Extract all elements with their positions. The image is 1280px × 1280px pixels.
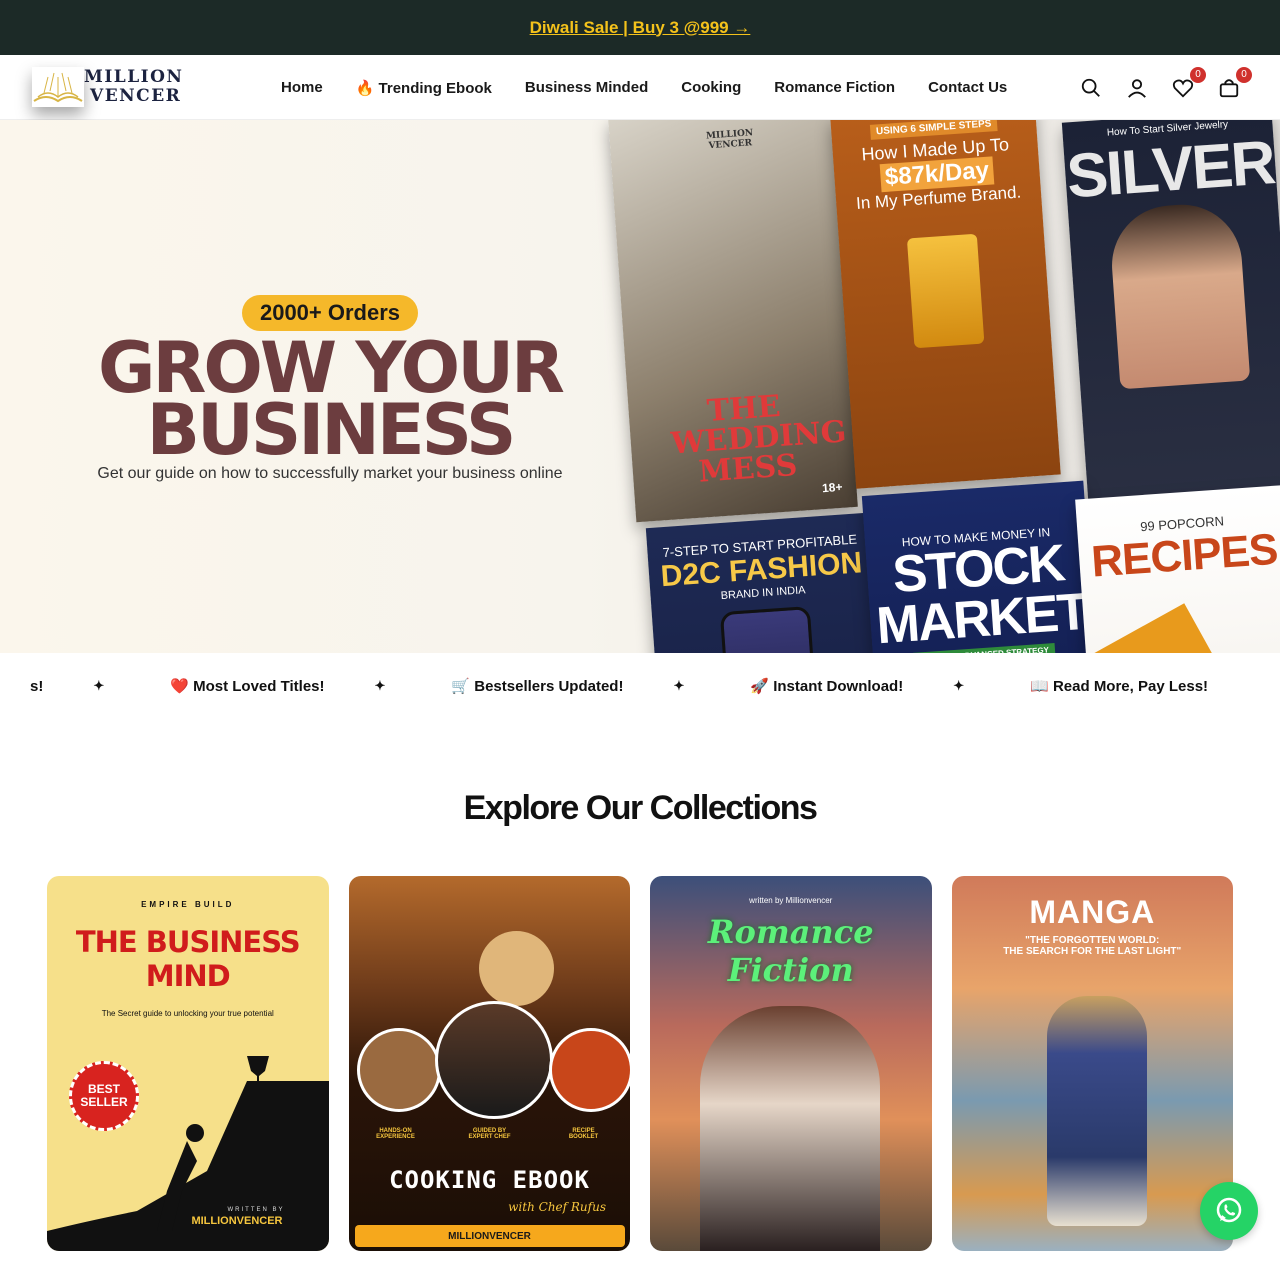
card-subtitle-a: "THE FORGOTTEN WORLD: [1025, 935, 1160, 946]
account-button[interactable] [1126, 77, 1148, 99]
user-icon [1128, 78, 1146, 98]
book-cover-wedding-mess: MILLION VENCER THE WEDDING MESS 18+ [608, 120, 858, 523]
nav-trending-ebook[interactable]: 🔥 Trending Ebook [356, 79, 492, 97]
nav-romance-fiction[interactable]: Romance Fiction [774, 79, 895, 96]
brand-strip: MILLIONVENCER [354, 1225, 625, 1247]
sparkle-icon: ✦ [93, 678, 105, 693]
book-title-b: MARKET [874, 582, 1089, 653]
search-icon [1081, 78, 1100, 97]
book-cover-silver: How To Start Silver Jewelry SILVER [1061, 120, 1280, 507]
ticker-item: 📖 Read More, Pay Less! [1030, 678, 1209, 695]
card-title: COOKING EBOOK [389, 1166, 590, 1194]
popcorn-bucket [1088, 603, 1238, 653]
feature-tags: HANDS-ON EXPERIENCE GUIDED BY EXPERT CHE… [349, 1128, 631, 1140]
cutting-board [478, 931, 554, 1006]
couple-illustration [700, 1006, 880, 1251]
card-subtitle: with Chef Rufus [508, 1200, 606, 1214]
book-brand: MILLION VENCER [705, 128, 754, 152]
book-cover-popcorn-recipes: 99 POPCORN RECIPES [1075, 485, 1280, 653]
ticker-item: s! [30, 677, 44, 695]
hero-banner[interactable]: 2000+ Orders GROW YOUR BUSINESS Get our … [0, 120, 1280, 653]
promo-ticker: s! ✦ ❤️ Most Loved Titles! ✦ 🛒 Bestselle… [0, 653, 1280, 719]
nav-home[interactable]: Home [281, 79, 323, 96]
card-title: MANGA [1029, 894, 1156, 930]
samurai-illustration [1046, 996, 1147, 1226]
headline-line-2: BUSINESS [146, 389, 517, 471]
ticker-item: 🛒 Bestsellers Updated! [451, 678, 624, 695]
sparkle-icon: ✦ [374, 678, 386, 693]
book-title: THE WEDDING MESS [669, 388, 848, 490]
announcement-link[interactable]: Diwali Sale | Buy 3 @999 → [530, 18, 751, 38]
collection-card-manga[interactable]: MANGA "THE FORGOTTEN WORLD: THE SEARCH F… [951, 876, 1233, 1251]
logo-line-2: VENCER [90, 86, 182, 106]
ticker-item: 🚀 Instant Download! [750, 678, 904, 695]
collection-card-business[interactable]: EMPIRE BUILD THE BUSINESS MIND The Secre… [47, 876, 329, 1251]
whatsapp-chat-button[interactable] [1200, 1182, 1258, 1240]
card-author: MILLIONVENCER [191, 1215, 283, 1227]
collections-heading: Explore Our Collections [463, 789, 818, 827]
orders-badge: 2000+ Orders [241, 295, 419, 331]
hero-subline: Get our guide on how to successfully mar… [97, 465, 563, 482]
wishlist-count-badge: 0 [1190, 66, 1206, 83]
collection-card-romance[interactable]: written by Millionvencer Romance Fiction [650, 876, 932, 1251]
book-age-rating: 18+ [821, 479, 843, 496]
nav-contact-us[interactable]: Contact Us [928, 79, 1007, 96]
logo-line-1: MILLION [84, 67, 184, 87]
book-cover-perfume: USING 6 SIMPLE STEPS How I Made Up To $8… [830, 120, 1061, 489]
search-button[interactable] [1080, 77, 1102, 99]
mountain-climber-silhouette [47, 1056, 329, 1251]
sparkle-icon: ✦ [673, 678, 685, 693]
card-kicker: written by Millionvencer [749, 896, 833, 905]
book-title: SILVER [1064, 128, 1277, 212]
whatsapp-icon [1216, 1197, 1242, 1223]
feature-tag: GUIDED BY EXPERT CHEF [468, 1128, 511, 1140]
logo[interactable]: MILLION VENCER [32, 67, 232, 107]
feature-tag: RECIPE BOOKLET [568, 1128, 599, 1140]
card-subtitle-b: THE SEARCH FOR THE LAST LIGHT" [1003, 946, 1182, 957]
collection-card-cooking[interactable]: HANDS-ON EXPERIENCE GUIDED BY EXPERT CHE… [348, 876, 631, 1251]
book-cover-d2c-fashion: 7-STEP TO START PROFITABLE D2C FASHION B… [645, 512, 892, 653]
card-title: THE BUSINESS MIND [75, 925, 301, 993]
card-title-b: Fiction [727, 951, 854, 989]
header-actions: 0 0 [1080, 55, 1252, 120]
collections-grid: EMPIRE BUILD THE BUSINESS MIND The Secre… [0, 876, 1280, 1251]
wishlist-button[interactable]: 0 [1172, 66, 1206, 99]
cart-count-badge: 0 [1236, 66, 1252, 83]
book-cover-stock-market: HOW TO MAKE MONEY IN STOCK MARKET BASIC … [861, 480, 1105, 653]
phone-illustration [719, 606, 821, 653]
perfume-bottle [906, 233, 984, 349]
announcement-bar: Diwali Sale | Buy 3 @999 → [0, 0, 1280, 55]
cart-button[interactable]: 0 [1218, 66, 1252, 99]
dish-circle-right [548, 1028, 630, 1112]
nav-business-minded[interactable]: Business Minded [525, 79, 648, 96]
chef-circle [434, 1001, 553, 1119]
hero-headline: GROW YOUR BUSINESS [80, 333, 580, 471]
ticker-item: ❤️ Most Loved Titles! [170, 678, 325, 695]
nav-cooking[interactable]: Cooking [681, 79, 741, 96]
card-subtitle: The Secret guide to unlocking your true … [101, 1009, 274, 1018]
hero-copy: 2000+ Orders GROW YOUR BUSINESS Get our … [80, 295, 580, 483]
feature-tag: HANDS-ON EXPERIENCE [376, 1128, 415, 1140]
dish-circle-left [356, 1028, 441, 1112]
card-author-label: WRITTEN BY [227, 1207, 285, 1213]
card-kicker: EMPIRE BUILD [141, 900, 235, 909]
open-book-icon [33, 72, 83, 103]
card-title-a: Romance [707, 913, 874, 951]
sparkle-icon: ✦ [953, 678, 965, 693]
portrait [1108, 200, 1251, 390]
main-nav: Home 🔥 Trending Ebook Business Minded Co… [281, 55, 1007, 120]
site-header: MILLION VENCER Home 🔥 Trending Ebook Bus… [0, 55, 1280, 120]
